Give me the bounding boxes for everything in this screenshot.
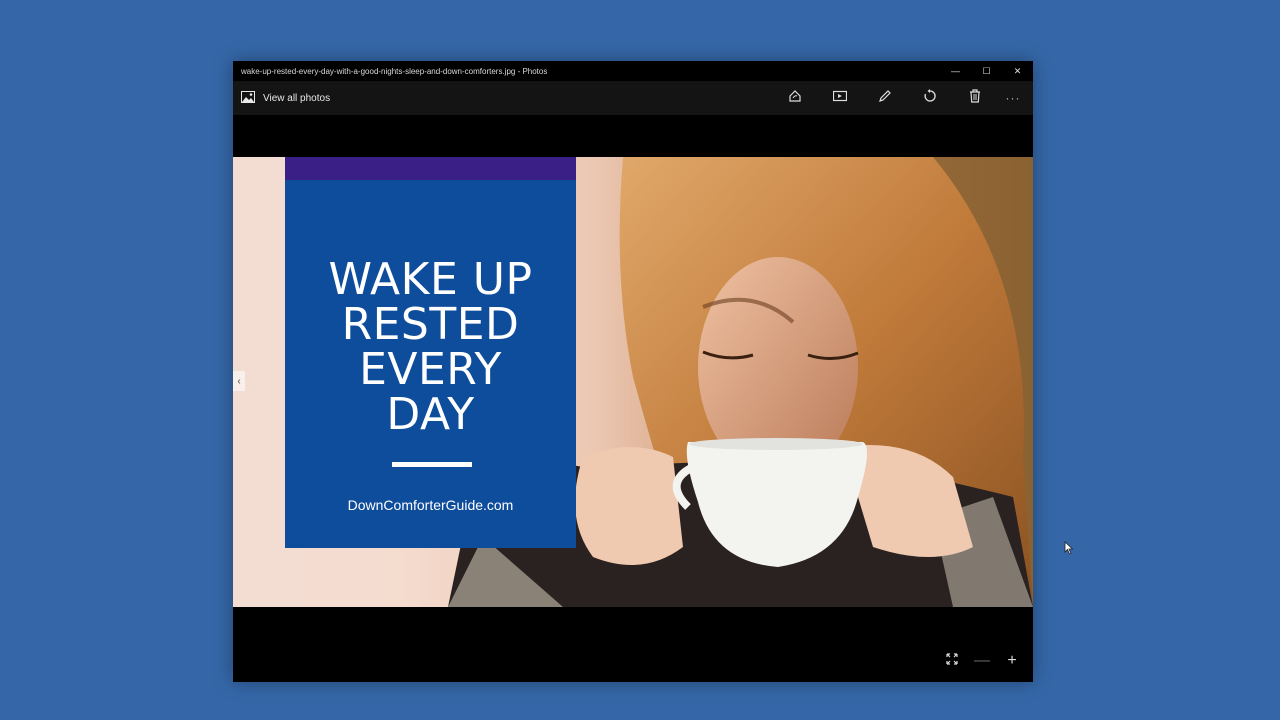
fit-to-window-icon <box>946 652 958 670</box>
headline-line: WAKE UP <box>328 254 533 305</box>
more-options-button[interactable]: ··· <box>997 81 1029 115</box>
slideshow-button[interactable] <box>817 81 862 115</box>
zoom-in-button[interactable]: + <box>1001 650 1023 672</box>
pencil-icon <box>878 89 892 108</box>
divider <box>392 462 472 467</box>
slideshow-icon <box>832 89 847 107</box>
photo-collection-icon <box>241 90 255 106</box>
rotate-button[interactable] <box>907 81 952 115</box>
window-title: wake-up-rested-every-day-with-a-good-nig… <box>241 66 548 76</box>
headline-card: WAKE UP RESTED EVERY DAY DownComforterGu… <box>285 157 576 548</box>
headline-line: RESTED <box>341 299 520 350</box>
previous-photo-button[interactable]: ‹ <box>233 371 245 391</box>
view-all-photos-button[interactable]: View all photos <box>241 90 331 106</box>
photo-stage: WAKE UP RESTED EVERY DAY DownComforterGu… <box>233 115 1033 682</box>
headline-line: EVERY <box>359 344 502 395</box>
title-bar[interactable]: wake-up-rested-every-day-with-a-good-nig… <box>233 61 1033 81</box>
photo-image[interactable]: WAKE UP RESTED EVERY DAY DownComforterGu… <box>233 157 1033 607</box>
close-button[interactable]: ✕ <box>1002 61 1033 81</box>
headline-line: DAY <box>386 389 475 440</box>
share-button[interactable] <box>772 81 817 115</box>
mouse-cursor-icon <box>1064 541 1074 560</box>
trash-icon <box>969 88 981 108</box>
maximize-button[interactable]: ☐ <box>971 61 1002 81</box>
rotate-icon <box>923 88 937 108</box>
view-all-photos-label: View all photos <box>263 92 331 104</box>
zoom-out-button[interactable]: — <box>971 650 993 672</box>
app-toolbar: View all photos ··· <box>233 81 1033 115</box>
headline: WAKE UP RESTED EVERY DAY <box>285 257 576 437</box>
website-label: DownComforterGuide.com <box>347 497 514 513</box>
card-stripe <box>285 157 576 180</box>
zoom-controls: — + <box>941 650 1023 672</box>
fit-to-window-button[interactable] <box>941 650 963 672</box>
edit-button[interactable] <box>862 81 907 115</box>
photos-window: wake-up-rested-every-day-with-a-good-nig… <box>233 61 1033 682</box>
minimize-button[interactable]: — <box>940 61 971 81</box>
photo-actions: ··· <box>772 81 1033 115</box>
caption-buttons: — ☐ ✕ <box>940 61 1033 81</box>
delete-button[interactable] <box>952 81 997 115</box>
share-icon <box>788 89 802 108</box>
